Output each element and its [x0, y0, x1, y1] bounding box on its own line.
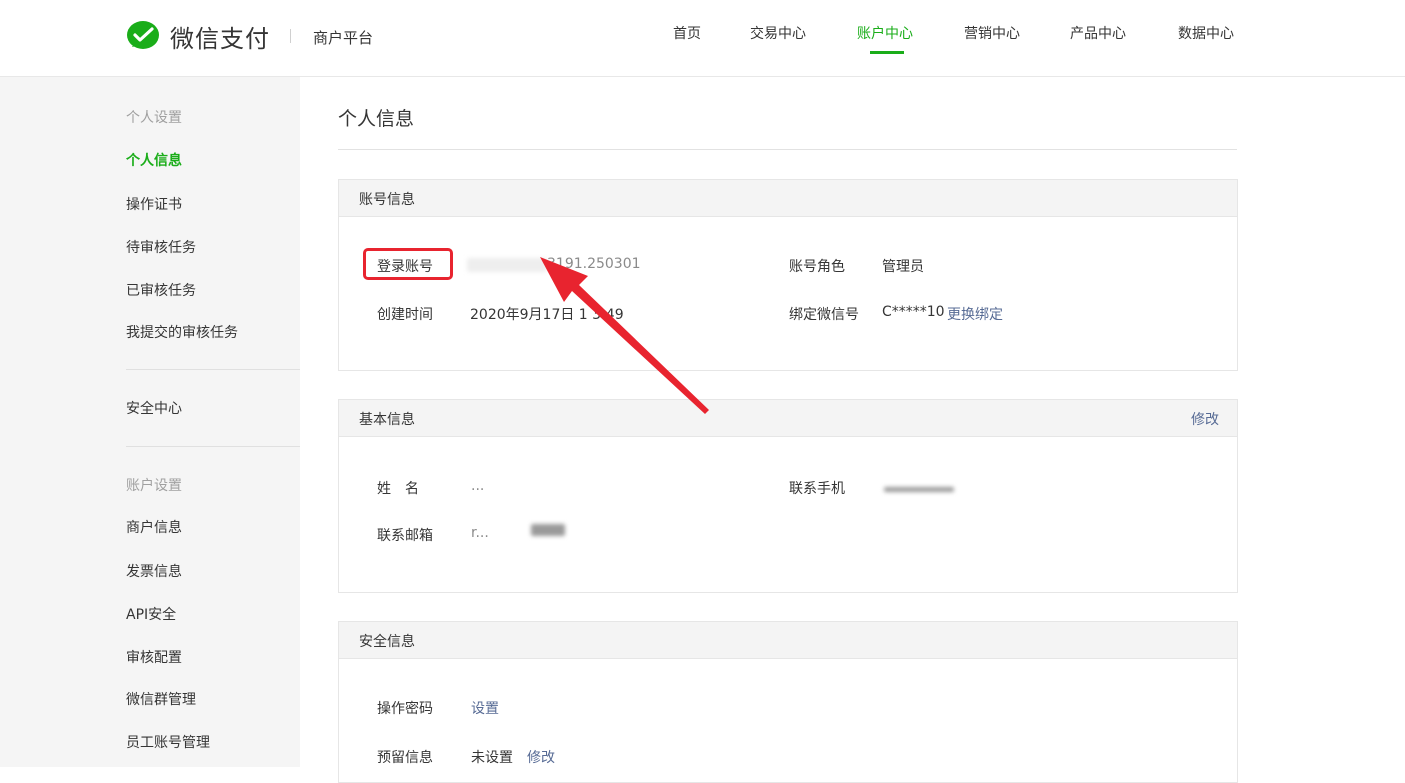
wechat-pay-logo-icon: [127, 21, 159, 49]
reserved-info-label: 预留信息: [377, 750, 433, 766]
bound-wechat-label: 绑定微信号: [789, 307, 859, 323]
sidebar-group-account-settings: 账户设置: [126, 478, 182, 494]
redacted-phone-mask: [884, 487, 954, 492]
nav-active-indicator: [870, 51, 904, 54]
brand-separator: [290, 29, 291, 43]
sidebar-divider: [126, 369, 300, 370]
sidebar-item-personal-info[interactable]: 个人信息: [126, 150, 182, 170]
title-divider: [338, 149, 1237, 150]
created-time-label: 创建时间: [377, 307, 433, 323]
card-header: 基本信息 修改: [339, 400, 1237, 437]
card-header: 安全信息: [339, 622, 1237, 659]
sidebar-item-api-security[interactable]: API安全: [126, 604, 176, 624]
sidebar-item-my-submitted-review[interactable]: 我提交的审核任务: [126, 322, 238, 342]
sidebar-item-merchant-info[interactable]: 商户信息: [126, 517, 182, 537]
created-time-value: 2020年9月17日 1 3:49: [470, 307, 624, 323]
edit-reserved-info-link[interactable]: 修改: [527, 747, 555, 767]
nav-product-center[interactable]: 产品中心: [1070, 23, 1126, 43]
top-bar: 微信支付 商户平台 首页 交易中心 账户中心 营销中心 产品中心 数据中心: [0, 0, 1405, 77]
nav-home[interactable]: 首页: [673, 23, 701, 43]
annotation-highlight-box: [363, 248, 453, 280]
set-password-link[interactable]: 设置: [471, 698, 499, 718]
bound-wechat-value: C*****10: [882, 304, 945, 320]
sidebar: 个人设置 个人信息 操作证书 待审核任务 已审核任务 我提交的审核任务 安全中心…: [0, 77, 300, 767]
sidebar-group-personal-settings: 个人设置: [126, 110, 182, 126]
reserved-info-value: 未设置: [471, 750, 513, 766]
contact-email-value: r...: [471, 525, 489, 541]
sidebar-item-wechat-group-management[interactable]: 微信群管理: [126, 689, 196, 709]
brand-name: 微信支付: [170, 25, 270, 53]
security-info-card: 安全信息 操作密码 设置 预留信息 未设置 修改: [338, 621, 1238, 783]
sidebar-item-review-config[interactable]: 审核配置: [126, 647, 182, 667]
account-role-value: 管理员: [882, 259, 924, 275]
page-title: 个人信息: [338, 108, 415, 130]
contact-email-label: 联系邮箱: [377, 528, 433, 544]
name-label: 姓 名: [377, 481, 419, 497]
account-info-card: 账号信息 登录账号 3191.250301 账号角色 管理员 创建时间 2020…: [338, 179, 1238, 371]
sidebar-item-security-center[interactable]: 安全中心: [126, 398, 182, 418]
card-title: 账号信息: [359, 192, 415, 208]
contact-phone-label: 联系手机: [789, 481, 845, 497]
edit-basic-info-link[interactable]: 修改: [1191, 409, 1219, 429]
account-role-label: 账号角色: [789, 259, 845, 275]
card-title: 基本信息: [359, 412, 415, 428]
operation-password-label: 操作密码: [377, 701, 433, 717]
nav-marketing-center[interactable]: 营销中心: [964, 23, 1020, 43]
redacted-email-mask: [531, 524, 565, 536]
name-value: ...: [471, 478, 485, 494]
nav-data-center[interactable]: 数据中心: [1178, 23, 1234, 43]
change-binding-link[interactable]: 更换绑定: [947, 304, 1003, 324]
sidebar-divider: [126, 446, 300, 447]
nav-account-center[interactable]: 账户中心: [857, 23, 913, 43]
card-header: 账号信息: [339, 180, 1237, 217]
login-account-value: 3191.250301: [547, 256, 641, 272]
card-title: 安全信息: [359, 634, 415, 650]
redacted-mask: [467, 258, 547, 272]
sidebar-item-staff-account-management[interactable]: 员工账号管理: [126, 732, 210, 752]
basic-info-card: 基本信息 修改 姓 名 ... 联系手机 联系邮箱 r...: [338, 399, 1238, 593]
sidebar-item-pending-review[interactable]: 待审核任务: [126, 237, 196, 257]
sidebar-item-reviewed[interactable]: 已审核任务: [126, 280, 196, 300]
sidebar-item-operation-certificate[interactable]: 操作证书: [126, 194, 182, 214]
sidebar-item-invoice-info[interactable]: 发票信息: [126, 561, 182, 581]
platform-name: 商户平台: [313, 29, 374, 47]
nav-trade-center[interactable]: 交易中心: [750, 23, 806, 43]
